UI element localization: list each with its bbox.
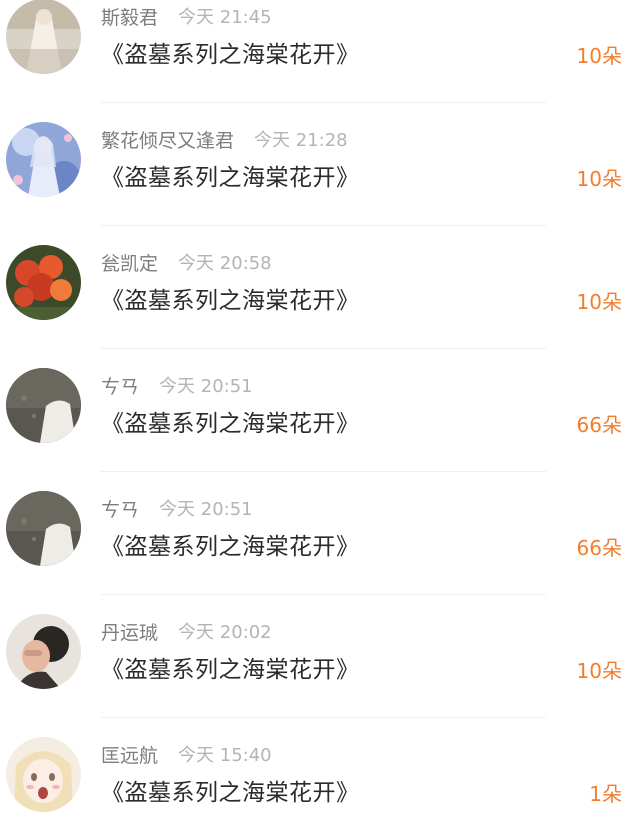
- avatar-image: [6, 122, 81, 197]
- username[interactable]: 斯毅君: [101, 3, 158, 30]
- gift-title[interactable]: 《盗墓系列之海棠花开》: [101, 527, 360, 561]
- avatar[interactable]: [6, 368, 81, 443]
- timestamp: 今天 15:40: [178, 745, 272, 766]
- item-meta: 斯毅君 今天 21:45: [101, 3, 272, 29]
- username[interactable]: ㄘㄢ: [101, 372, 139, 399]
- avatar-image: [6, 368, 81, 443]
- list-item[interactable]: 斯毅君 今天 21:45 《盗墓系列之海棠花开》 10朵: [0, 0, 640, 103]
- gift-list: 斯毅君 今天 21:45 《盗墓系列之海棠花开》 10朵 繁花倾尽又逢君 今天 …: [0, 0, 640, 820]
- avatar[interactable]: [6, 122, 81, 197]
- timestamp: 今天 20:02: [178, 622, 272, 643]
- item-meta: 瓮凯定 今天 20:58: [101, 249, 272, 275]
- item-meta: 丹运珹 今天 20:02: [101, 618, 272, 644]
- list-item[interactable]: ㄘㄢ 今天 20:51 《盗墓系列之海棠花开》 66朵: [0, 472, 640, 595]
- avatar-image: [6, 245, 81, 320]
- avatar-image: [6, 737, 81, 812]
- gift-count: 10朵: [576, 44, 622, 68]
- avatar-image: [6, 614, 81, 689]
- avatar-image: [6, 0, 81, 74]
- gift-count: 10朵: [576, 290, 622, 314]
- avatar[interactable]: [6, 491, 81, 566]
- avatar-image: [6, 491, 81, 566]
- avatar[interactable]: [6, 614, 81, 689]
- username[interactable]: 匡远航: [101, 741, 158, 768]
- username[interactable]: 瓮凯定: [101, 249, 158, 276]
- list-item[interactable]: 丹运珹 今天 20:02 《盗墓系列之海棠花开》 10朵: [0, 595, 640, 718]
- list-item[interactable]: 匡远航 今天 15:40 《盗墓系列之海棠花开》 1朵: [0, 718, 640, 820]
- username[interactable]: 丹运珹: [101, 618, 158, 645]
- item-meta: 匡远航 今天 15:40: [101, 741, 272, 767]
- gift-title[interactable]: 《盗墓系列之海棠花开》: [101, 281, 360, 315]
- gift-count: 1朵: [589, 782, 622, 806]
- list-item[interactable]: ㄘㄢ 今天 20:51 《盗墓系列之海棠花开》 66朵: [0, 349, 640, 472]
- list-item[interactable]: 瓮凯定 今天 20:58 《盗墓系列之海棠花开》 10朵: [0, 226, 640, 349]
- username[interactable]: ㄘㄢ: [101, 495, 139, 522]
- timestamp: 今天 21:45: [178, 7, 272, 28]
- gift-title[interactable]: 《盗墓系列之海棠花开》: [101, 35, 360, 69]
- timestamp: 今天 20:51: [159, 499, 253, 520]
- username[interactable]: 繁花倾尽又逢君: [101, 126, 234, 153]
- gift-title[interactable]: 《盗墓系列之海棠花开》: [101, 773, 360, 807]
- timestamp: 今天 20:58: [178, 253, 272, 274]
- avatar[interactable]: [6, 245, 81, 320]
- list-item[interactable]: 繁花倾尽又逢君 今天 21:28 《盗墓系列之海棠花开》 10朵: [0, 103, 640, 226]
- gift-title[interactable]: 《盗墓系列之海棠花开》: [101, 404, 360, 438]
- gift-count: 66朵: [576, 536, 622, 560]
- item-meta: 繁花倾尽又逢君 今天 21:28: [101, 126, 348, 152]
- gift-title[interactable]: 《盗墓系列之海棠花开》: [101, 650, 360, 684]
- gift-count: 66朵: [576, 413, 622, 437]
- avatar[interactable]: [6, 737, 81, 812]
- timestamp: 今天 21:28: [254, 130, 348, 151]
- gift-count: 10朵: [576, 659, 622, 683]
- item-meta: ㄘㄢ 今天 20:51: [101, 495, 253, 521]
- gift-count: 10朵: [576, 167, 622, 191]
- avatar[interactable]: [6, 0, 81, 74]
- gift-title[interactable]: 《盗墓系列之海棠花开》: [101, 158, 360, 192]
- timestamp: 今天 20:51: [159, 376, 253, 397]
- item-meta: ㄘㄢ 今天 20:51: [101, 372, 253, 398]
